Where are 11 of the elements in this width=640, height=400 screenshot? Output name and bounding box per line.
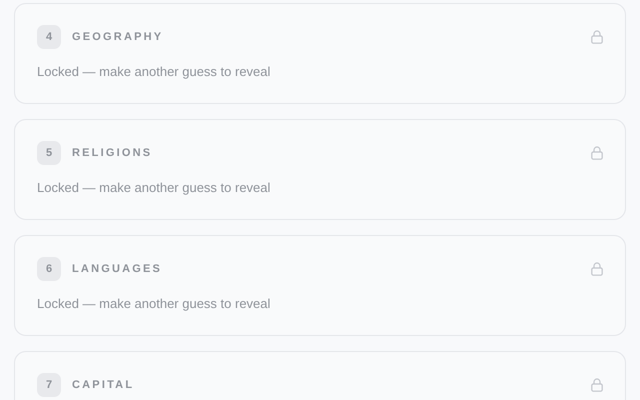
number-badge: 7 (37, 373, 61, 397)
clue-title: CAPITAL (72, 378, 134, 393)
clue-title: GEOGRAPHY (72, 30, 164, 45)
clue-title: LANGUAGES (72, 262, 162, 277)
number-badge: 6 (37, 257, 61, 281)
locked-message: Locked — make another guess to reveal (37, 179, 272, 197)
locked-message: Locked — make another guess to reveal (37, 63, 272, 81)
number-badge: 5 (37, 141, 61, 165)
clue-title: RELIGIONS (72, 146, 152, 161)
number-badge: 4 (37, 25, 61, 49)
locked-message: Locked — make another guess to reveal (37, 295, 272, 313)
